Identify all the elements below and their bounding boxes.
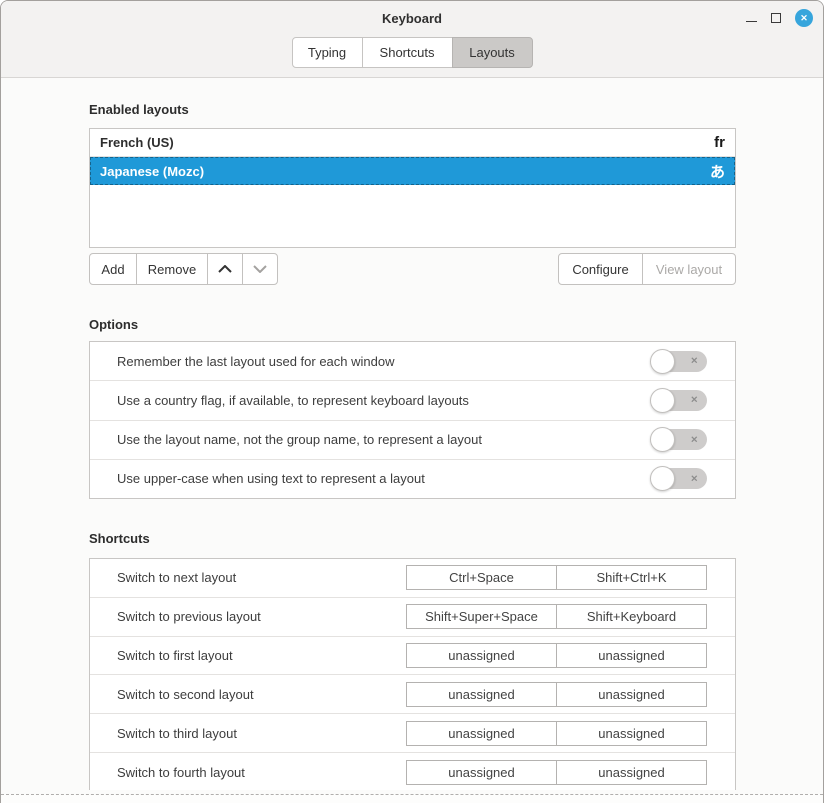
shortcut-row-first-layout: Switch to first layout unassigned unassi…	[90, 637, 735, 676]
keybinding-button[interactable]: Shift+Keyboard	[556, 604, 707, 629]
tab-shortcuts[interactable]: Shortcuts	[362, 37, 453, 68]
option-row-layout-name: Use the layout name, not the group name,…	[90, 421, 735, 460]
view-layout-button[interactable]: View layout	[642, 253, 736, 285]
option-label: Use the layout name, not the group name,…	[117, 432, 482, 447]
titlebar[interactable]: Keyboard ✕	[1, 1, 823, 35]
layouts-page: Enabled layouts French (US) fr Japanese …	[1, 78, 823, 790]
shortcut-row-second-layout: Switch to second layout unassigned unass…	[90, 675, 735, 714]
keybinding-button[interactable]: Shift+Super+Space	[406, 604, 557, 629]
keybinding-button[interactable]: unassigned	[406, 682, 557, 707]
option-row-upper-case: Use upper-case when using text to repres…	[90, 460, 735, 498]
tab-bar: Typing Shortcuts Layouts	[1, 35, 823, 77]
shortcut-label: Switch to third layout	[117, 726, 237, 741]
shortcut-row-third-layout: Switch to third layout unassigned unassi…	[90, 714, 735, 753]
shortcut-row-previous-layout: Switch to previous layout Shift+Super+Sp…	[90, 598, 735, 637]
keybinding-button[interactable]: unassigned	[406, 643, 557, 668]
layout-row-japanese[interactable]: Japanese (Mozc) あ	[90, 157, 735, 185]
options-heading: Options	[89, 318, 736, 332]
chevron-down-icon	[253, 265, 267, 273]
country-flag-toggle[interactable]: ✕	[651, 390, 707, 411]
toggle-knob	[650, 349, 675, 374]
keybinding-button[interactable]: Shift+Ctrl+K	[556, 565, 707, 590]
window-title: Keyboard	[1, 11, 823, 26]
toggle-knob	[650, 427, 675, 452]
option-row-remember-layout: Remember the last layout used for each w…	[90, 342, 735, 381]
layout-list-actions: Add Remove Configure View layout	[89, 253, 736, 285]
keybinding-button[interactable]: unassigned	[406, 760, 557, 785]
move-down-button[interactable]	[242, 253, 278, 285]
configure-button-group: Configure View layout	[558, 253, 736, 285]
layout-row-french[interactable]: French (US) fr	[90, 129, 735, 157]
add-button[interactable]: Add	[89, 253, 137, 285]
toggle-knob	[650, 388, 675, 413]
layout-name-toggle[interactable]: ✕	[651, 429, 707, 450]
chevron-up-icon	[218, 265, 232, 273]
tab-typing[interactable]: Typing	[292, 37, 363, 68]
option-label: Remember the last layout used for each w…	[117, 354, 394, 369]
shortcut-label: Switch to fourth layout	[117, 765, 245, 780]
keybinding-button[interactable]: unassigned	[406, 721, 557, 746]
toggle-knob	[650, 466, 675, 491]
shortcut-row-fourth-layout: Switch to fourth layout unassigned unass…	[90, 753, 735, 791]
shortcuts-heading: Shortcuts	[89, 532, 736, 546]
edit-button-group: Add Remove	[89, 253, 278, 285]
options-list: Remember the last layout used for each w…	[89, 341, 736, 499]
layout-indicator-ja: あ	[710, 161, 725, 182]
enabled-layouts-heading: Enabled layouts	[89, 78, 736, 117]
minimize-button[interactable]	[746, 13, 757, 24]
shortcut-label: Switch to second layout	[117, 687, 254, 702]
keybinding-button[interactable]: Ctrl+Space	[406, 565, 557, 590]
enabled-layouts-list: French (US) fr Japanese (Mozc) あ	[89, 128, 736, 248]
close-button[interactable]: ✕	[795, 9, 813, 27]
shortcut-label: Switch to next layout	[117, 570, 236, 585]
maximize-button[interactable]	[771, 13, 781, 23]
close-icon: ✕	[800, 13, 808, 24]
layout-name: Japanese (Mozc)	[100, 164, 204, 179]
toggle-off-icon: ✕	[690, 434, 698, 445]
remove-button[interactable]: Remove	[136, 253, 208, 285]
shortcuts-list: Switch to next layout Ctrl+Space Shift+C…	[89, 558, 736, 792]
configure-button[interactable]: Configure	[558, 253, 643, 285]
keybinding-button[interactable]: unassigned	[556, 682, 707, 707]
option-row-country-flag: Use a country flag, if available, to rep…	[90, 381, 735, 420]
keybinding-button[interactable]: unassigned	[556, 643, 707, 668]
keybinding-button[interactable]: unassigned	[556, 760, 707, 785]
layout-indicator-fr: fr	[714, 134, 725, 151]
scroll-boundary-dashed-line	[1, 794, 823, 803]
remember-layout-toggle[interactable]: ✕	[651, 351, 707, 372]
tab-layouts[interactable]: Layouts	[452, 37, 533, 68]
toggle-off-icon: ✕	[690, 473, 698, 484]
move-up-button[interactable]	[207, 253, 243, 285]
option-label: Use upper-case when using text to repres…	[117, 471, 425, 486]
layout-name: French (US)	[100, 135, 174, 150]
keyboard-settings-window: Keyboard ✕ Typing Shortcuts Layouts Enab…	[0, 0, 824, 803]
toggle-off-icon: ✕	[690, 395, 698, 406]
shortcut-label: Switch to previous layout	[117, 609, 261, 624]
keybinding-button[interactable]: unassigned	[556, 721, 707, 746]
shortcut-row-next-layout: Switch to next layout Ctrl+Space Shift+C…	[90, 559, 735, 598]
upper-case-toggle[interactable]: ✕	[651, 468, 707, 489]
toggle-off-icon: ✕	[690, 356, 698, 367]
shortcut-label: Switch to first layout	[117, 648, 233, 663]
option-label: Use a country flag, if available, to rep…	[117, 393, 469, 408]
window-header: Keyboard ✕ Typing Shortcuts Layouts	[1, 1, 823, 78]
window-controls: ✕	[746, 1, 813, 35]
